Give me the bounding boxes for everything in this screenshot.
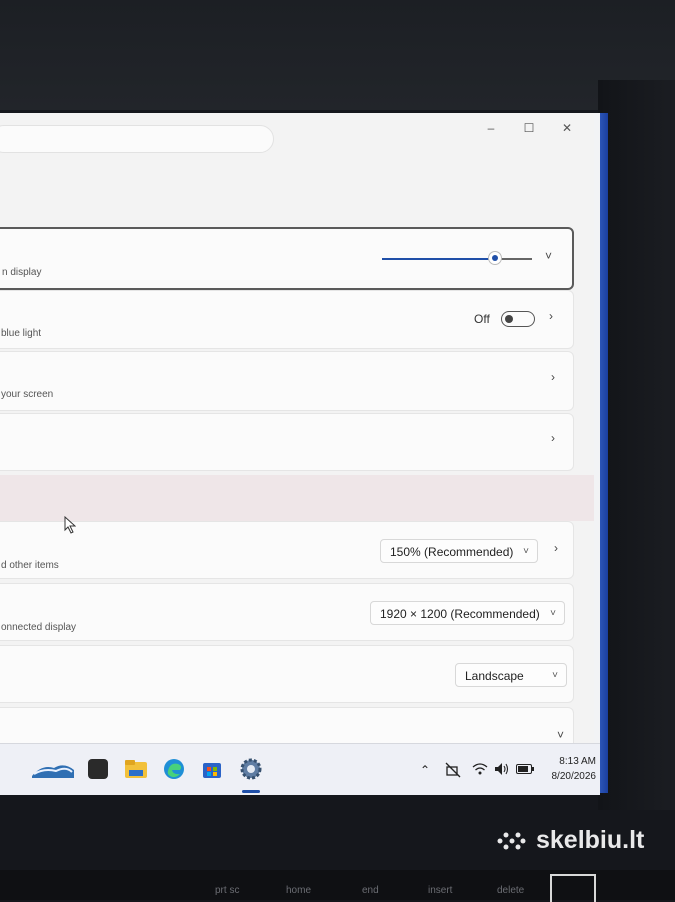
file-explorer-icon[interactable] <box>124 758 148 780</box>
brightness-subtitle: n display <box>2 267 42 278</box>
active-app-indicator <box>242 790 260 793</box>
chevron-down-icon: ˅ <box>550 608 556 619</box>
chevron-down-icon: ˅ <box>552 670 558 681</box>
clock-time: 8:13 AM <box>559 756 596 767</box>
laptop-screen: – ☐ ✕ n display ˅ blue light Off › your … <box>0 113 600 795</box>
hdr-card[interactable]: your screen › <box>0 351 574 411</box>
edge-icon[interactable] <box>163 758 185 780</box>
laptop-bezel-right <box>598 80 675 810</box>
laptop-bezel-top <box>0 0 675 110</box>
widgets-icon[interactable] <box>30 756 76 784</box>
night-light-card[interactable]: blue light Off › <box>0 290 574 349</box>
scale-subtitle: d other items <box>1 560 59 571</box>
minimize-button[interactable]: – <box>476 119 506 137</box>
brightness-slider-fill <box>382 258 494 260</box>
night-light-state: Off <box>474 312 490 326</box>
close-button[interactable]: ✕ <box>552 119 582 137</box>
watermark: skelbiu.lt <box>536 826 645 854</box>
chevron-down-icon[interactable]: ˅ <box>545 249 552 263</box>
orientation-dropdown[interactable]: Landscape ˅ <box>455 663 567 687</box>
wifi-icon[interactable] <box>472 762 488 776</box>
hdr-subtitle: your screen <box>1 389 54 400</box>
section-band <box>0 475 594 521</box>
search-input[interactable] <box>0 125 274 153</box>
brightness-card[interactable]: n display ˅ <box>0 227 574 290</box>
settings-window: – ☐ ✕ n display ˅ blue light Off › your … <box>0 113 594 757</box>
chevron-down-icon: ˅ <box>523 546 529 557</box>
resolution-subtitle: onnected display <box>1 622 77 633</box>
watermark-logo-icon <box>497 832 526 850</box>
power-key <box>550 874 596 902</box>
orientation-value: Landscape <box>465 669 524 683</box>
scale-value: 150% (Recommended) <box>390 545 514 559</box>
clock[interactable]: 8:13 AM 8/20/2026 <box>540 756 597 782</box>
maximize-button[interactable]: ☐ <box>514 119 544 137</box>
key-home: home <box>286 885 312 896</box>
clock-date: 8/20/2026 <box>551 771 597 782</box>
resolution-dropdown[interactable]: 1920 × 1200 (Recommended) ˅ <box>370 601 565 625</box>
store-icon[interactable] <box>201 758 223 780</box>
no-network-icon[interactable] <box>445 762 461 778</box>
scale-card[interactable]: d other items 150% (Recommended) ˅ › <box>0 521 574 579</box>
taskbar: ⌃ 8:13 AM 8/20/2026 <box>0 743 600 795</box>
chevron-right-icon[interactable]: › <box>551 431 555 445</box>
key-end: end <box>362 885 379 896</box>
key-prtsc: prt sc <box>215 885 240 896</box>
brightness-slider-rest <box>500 258 532 260</box>
chevron-up-icon[interactable]: ⌃ <box>420 763 430 777</box>
battery-icon[interactable] <box>516 764 534 774</box>
chevron-right-icon[interactable]: › <box>551 370 555 384</box>
scale-dropdown[interactable]: 150% (Recommended) ˅ <box>380 539 538 563</box>
key-insert: insert <box>428 885 453 896</box>
volume-icon[interactable] <box>494 762 510 776</box>
color-profile-card[interactable]: › <box>0 413 574 471</box>
resolution-value: 1920 × 1200 (Recommended) <box>380 607 540 621</box>
chevron-down-icon[interactable]: ˅ <box>557 728 564 742</box>
mouse-cursor-icon <box>64 516 76 534</box>
brightness-slider-thumb[interactable] <box>488 251 502 265</box>
key-delete: delete <box>497 885 525 896</box>
night-light-subtitle: blue light <box>1 328 42 339</box>
orientation-card[interactable]: Landscape ˅ <box>0 645 574 703</box>
chevron-right-icon[interactable]: › <box>549 309 553 323</box>
task-view-icon[interactable] <box>88 759 108 779</box>
night-light-toggle[interactable] <box>501 311 535 327</box>
chevron-right-icon[interactable]: › <box>554 541 558 555</box>
settings-icon[interactable] <box>239 757 263 781</box>
resolution-card[interactable]: onnected display 1920 × 1200 (Recommende… <box>0 583 574 641</box>
